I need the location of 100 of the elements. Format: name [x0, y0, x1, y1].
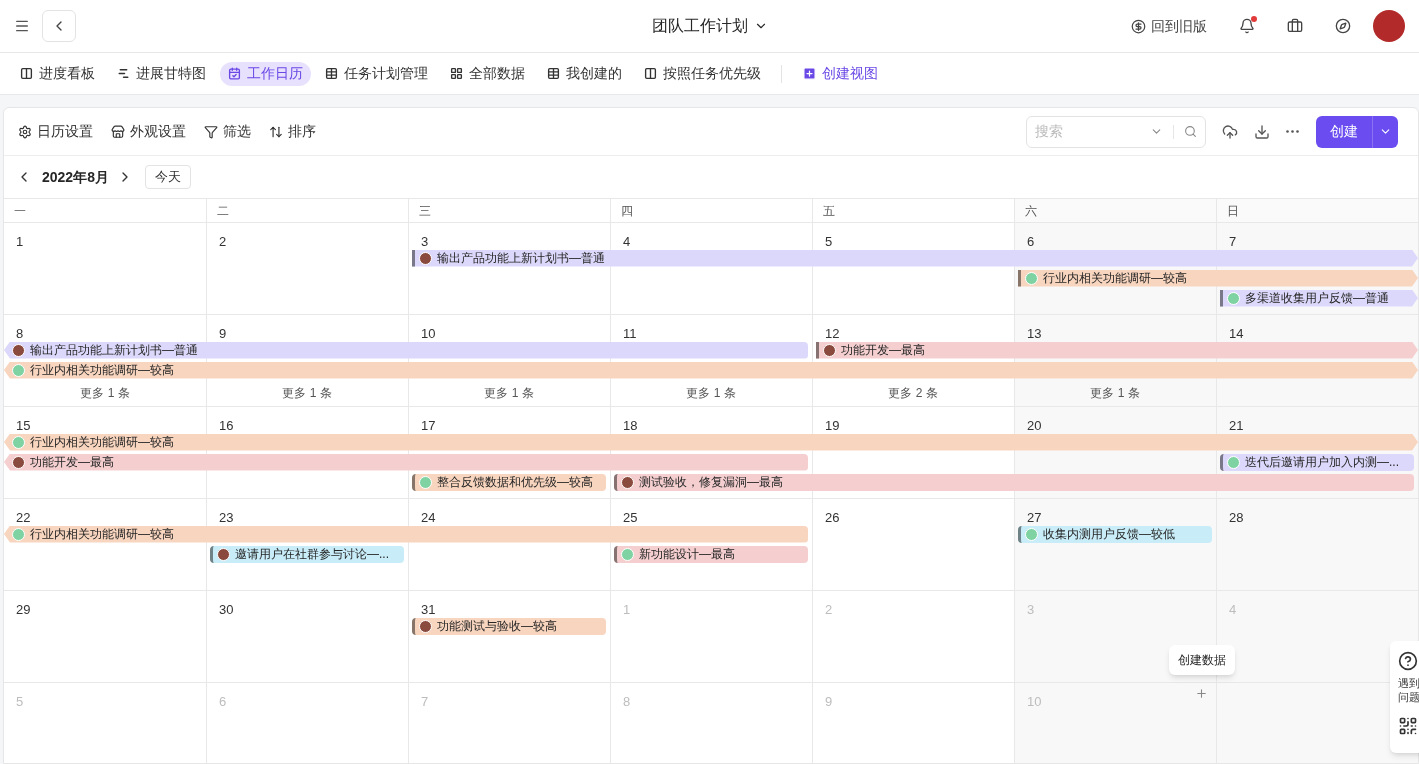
kanban-icon [20, 67, 33, 80]
day-number: 6 [1027, 234, 1035, 249]
help-text: 遇到 [1398, 676, 1419, 690]
more-events-link[interactable]: 更多 1 条 [282, 384, 332, 402]
download-button[interactable] [1254, 123, 1270, 140]
day-number: 23 [219, 510, 234, 525]
toolbar-button[interactable]: 排序 [269, 121, 316, 142]
day-number: 10 [421, 326, 436, 341]
view-tab[interactable]: 进度看板 [12, 61, 103, 86]
view-tab[interactable]: 进展甘特图 [109, 61, 214, 86]
day-number: 5 [16, 694, 24, 709]
day-number: 13 [1027, 326, 1042, 341]
day-number: 1 [623, 602, 631, 617]
day-number: 1 [16, 234, 24, 249]
more-events-link[interactable]: 更多 1 条 [1090, 384, 1140, 402]
briefcase-button[interactable] [1287, 18, 1303, 34]
day-number: 26 [825, 510, 840, 525]
add-button[interactable] [1195, 687, 1208, 700]
day-number: 21 [1229, 418, 1244, 433]
more-events-link[interactable]: 更多 2 条 [888, 384, 938, 402]
menu-button[interactable] [14, 18, 30, 34]
weekday-label: 日 [1227, 202, 1239, 220]
upload-icon [1222, 123, 1238, 140]
day-number: 25 [623, 510, 638, 525]
day-number: 30 [219, 602, 234, 617]
day-number: 12 [825, 326, 840, 341]
calendar-icon [228, 67, 241, 80]
day-number: 2 [825, 602, 833, 617]
tooltip: 创建数据 [1169, 645, 1235, 675]
day-number: 17 [421, 418, 436, 433]
more-events-link[interactable]: 更多 1 条 [686, 384, 736, 402]
day-number: 22 [16, 510, 31, 525]
day-number: 4 [1229, 602, 1237, 617]
plus-icon [1195, 687, 1208, 700]
day-number: 8 [16, 326, 24, 341]
download-icon [1254, 123, 1270, 140]
compass-button[interactable] [1335, 18, 1351, 34]
more-events-link[interactable]: 更多 1 条 [80, 384, 130, 402]
notification-button[interactable] [1239, 18, 1255, 34]
day-number: 10 [1027, 694, 1042, 709]
view-tab[interactable]: 按照任务优先级 [636, 61, 769, 86]
view-tab[interactable]: 任务计划管理 [317, 61, 436, 86]
day-number: 31 [421, 602, 436, 617]
help-text: 问题 [1398, 690, 1419, 704]
day-number: 20 [1027, 418, 1042, 433]
weekday-label: 五 [823, 202, 835, 220]
help-icon [1398, 651, 1418, 671]
table-icon [547, 67, 560, 80]
weekday-label: 三 [419, 202, 431, 220]
toolbar-button[interactable]: 筛选 [204, 121, 251, 142]
day-number: 7 [421, 694, 429, 709]
day-number: 3 [421, 234, 429, 249]
day-number: 6 [219, 694, 227, 709]
view-tab[interactable]: 工作日历 [220, 61, 311, 86]
more-icon [1286, 130, 1299, 133]
day-number: 18 [623, 418, 638, 433]
toolbar-button[interactable]: 外观设置 [111, 121, 186, 142]
create-view-button[interactable]: 创建视图 [794, 63, 886, 84]
toolbar-button[interactable]: 日历设置 [18, 121, 93, 142]
day-number: 11 [623, 326, 637, 341]
weekday-label: 一 [14, 202, 26, 220]
plus-icon [802, 66, 817, 81]
help-panel[interactable]: 遇到 问题 [1390, 641, 1419, 753]
upload-button[interactable] [1222, 123, 1238, 140]
filter-icon [204, 124, 218, 139]
view-tab[interactable]: 我创建的 [539, 61, 630, 86]
day-number: 8 [623, 694, 631, 709]
day-number: 14 [1229, 326, 1244, 341]
qr-code-icon [1398, 716, 1418, 736]
search-field[interactable]: 搜索 [1026, 115, 1206, 148]
day-number: 28 [1229, 510, 1244, 525]
month-label: 2022年8月 [42, 167, 109, 187]
title-dropdown[interactable]: 团队工作计划 [651, 14, 768, 38]
old-version-button[interactable]: 回到旧版 [1131, 15, 1207, 37]
more-events-link[interactable]: 更多 1 条 [484, 384, 534, 402]
day-number: 2 [219, 234, 227, 249]
day-number: 16 [219, 418, 234, 433]
day-number: 24 [421, 510, 436, 525]
view-tab[interactable]: 全部数据 [442, 61, 533, 86]
settings-icon [18, 124, 32, 139]
weekday-label: 二 [217, 202, 229, 220]
today-button[interactable]: 今天 [144, 165, 191, 189]
menu-icon [14, 18, 30, 34]
gantt-icon [117, 67, 130, 80]
more-button[interactable] [1286, 130, 1299, 133]
search-input[interactable]: 搜索 [1035, 121, 1150, 142]
search-icon [1184, 125, 1197, 138]
user-avatar[interactable] [1373, 10, 1405, 42]
day-number: 9 [825, 694, 833, 709]
weekday-label: 四 [621, 202, 633, 220]
day-number: 19 [825, 418, 840, 433]
day-number: 15 [16, 418, 31, 433]
briefcase-icon [1287, 18, 1303, 34]
bell-icon [1239, 18, 1255, 34]
day-number: 9 [219, 326, 227, 341]
weekday-label: 六 [1025, 202, 1037, 220]
dollar-circle-icon [1131, 18, 1146, 34]
compass-icon [1335, 18, 1351, 34]
sort-icon [269, 124, 283, 139]
day-number: 29 [16, 602, 31, 617]
